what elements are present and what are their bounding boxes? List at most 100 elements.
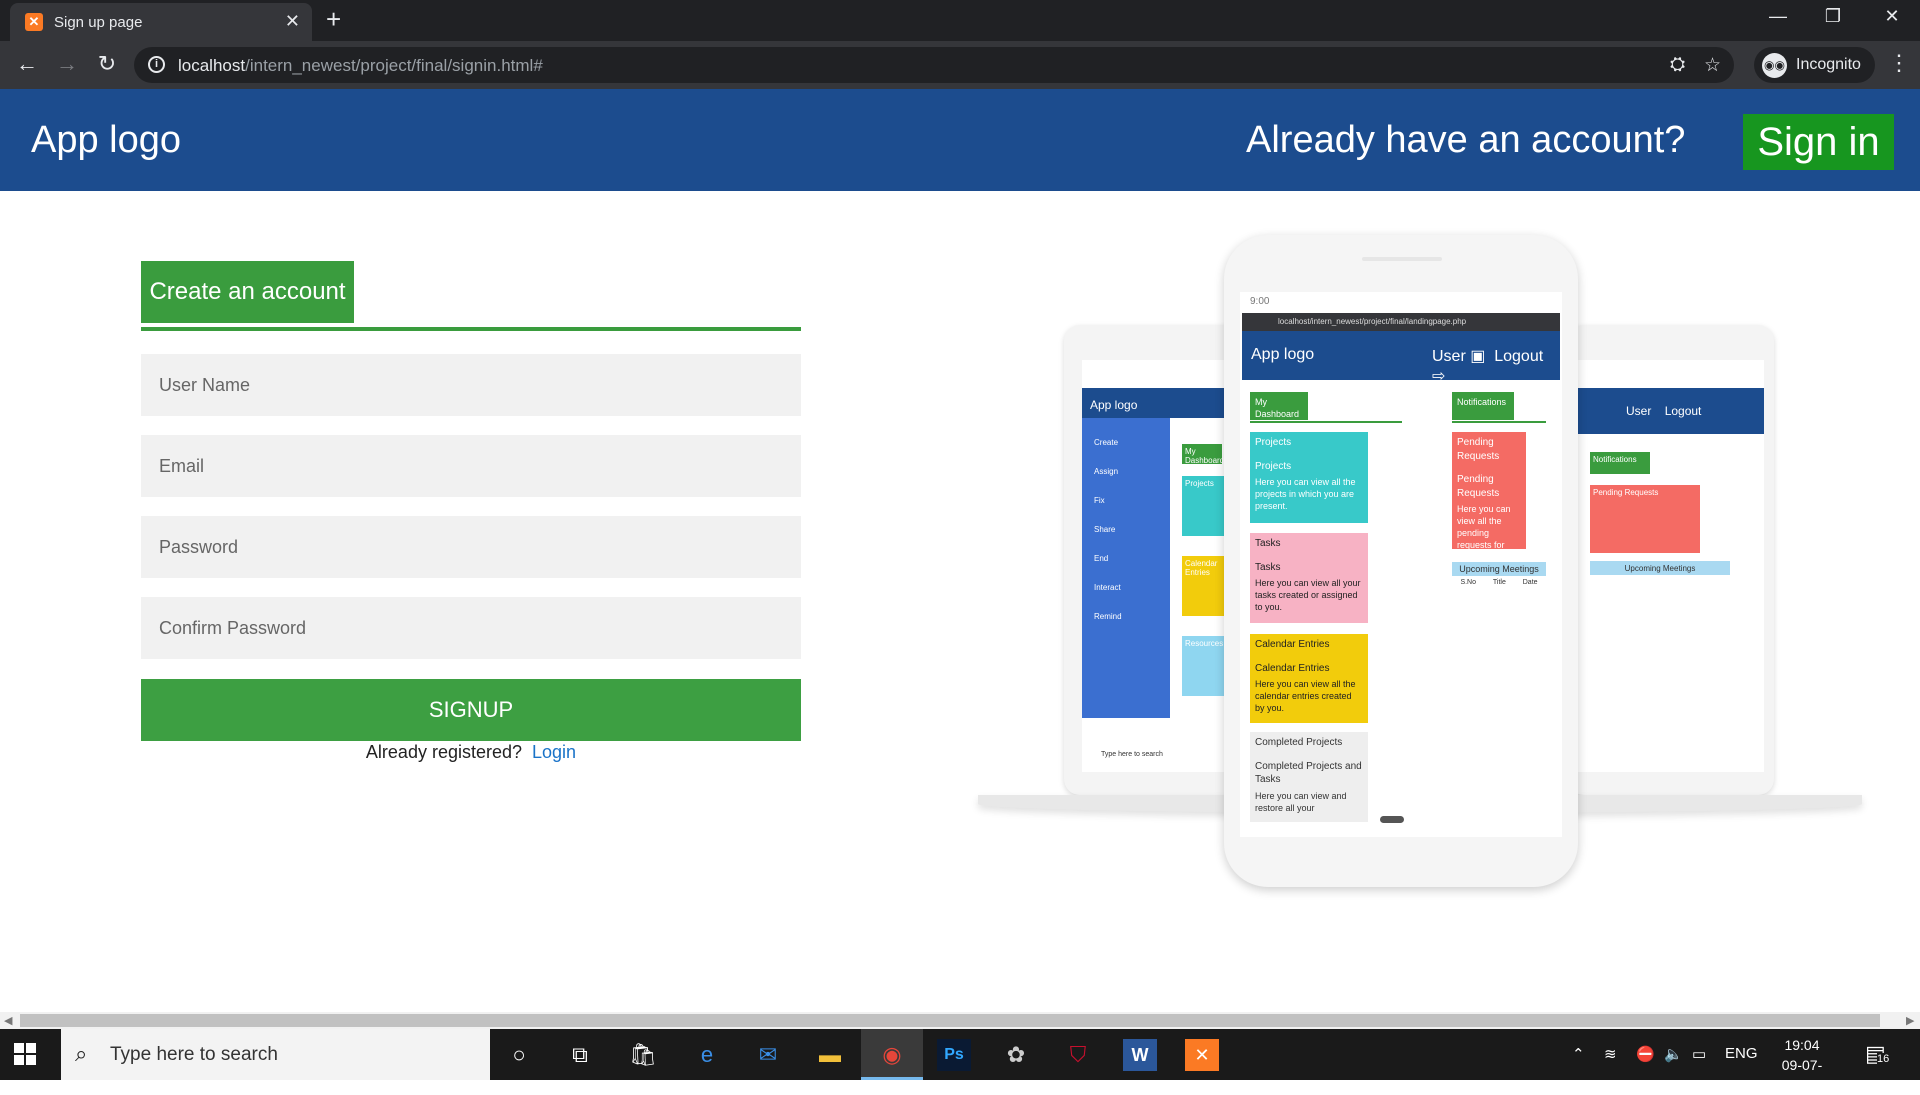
- edge-icon[interactable]: e: [690, 1039, 724, 1071]
- email-field[interactable]: [141, 435, 801, 497]
- cortana-icon[interactable]: ○: [502, 1039, 536, 1071]
- incognito-badge[interactable]: ◉◉ Incognito: [1754, 47, 1875, 83]
- browser-toolbar: ← → ↻ i localhost/intern_newest/project/…: [0, 41, 1920, 89]
- meetings-col: Title: [1492, 579, 1506, 586]
- close-window-icon[interactable]: ✕: [1872, 6, 1912, 27]
- phone-card-title: Pending Requests: [1457, 474, 1500, 499]
- close-tab-icon[interactable]: ✕: [285, 11, 300, 32]
- phone-card-header: Projects: [1255, 437, 1292, 448]
- site-header: App logo Already have an account? Sign i…: [0, 89, 1920, 191]
- mini-sidebar-item: Share: [1094, 525, 1116, 534]
- left-mini-dashboard-tab: My Dashboard: [1182, 444, 1224, 465]
- windows-start-icon[interactable]: [14, 1043, 36, 1065]
- photoshop-icon[interactable]: Ps: [937, 1039, 971, 1071]
- meetings-col: S.No: [1460, 579, 1476, 586]
- mini-sidebar-item: Create: [1094, 438, 1119, 447]
- new-tab-icon[interactable]: +: [326, 6, 341, 32]
- word-icon[interactable]: W: [1123, 1039, 1157, 1071]
- phone-card-title: Tasks: [1255, 561, 1281, 573]
- restore-icon[interactable]: ❐: [1813, 6, 1853, 27]
- address-bar[interactable]: i localhost/intern_newest/project/final/…: [134, 47, 1734, 83]
- phone-card-header: Completed Projects: [1255, 737, 1343, 748]
- right-laptop-screen: User Logout Notifications Pending Reques…: [1578, 360, 1764, 772]
- mini-sidebar-item: Fix: [1094, 496, 1105, 505]
- notification-count: 16: [1877, 1053, 1890, 1065]
- wifi-icon[interactable]: ≋: [1604, 1045, 1617, 1063]
- taskbar-clock[interactable]: 19:04 09-07-2020: [1768, 1035, 1836, 1095]
- phone-mockup: 9:00 localhost/intern_newest/project/fin…: [1224, 235, 1578, 887]
- phone-notifications-tab: Notifications: [1452, 392, 1514, 420]
- incognito-label: Incognito: [1796, 56, 1861, 73]
- browser-tab[interactable]: ✕ Sign up page ✕: [10, 3, 312, 41]
- search-icon: ⌕: [75, 1041, 88, 1066]
- right-mini-user: User: [1626, 404, 1652, 418]
- phone-app-logo: App logo: [1251, 346, 1315, 363]
- phone-notifications-line: [1452, 421, 1546, 423]
- mini-sidebar-item: End: [1094, 554, 1109, 563]
- username-field[interactable]: [141, 354, 801, 416]
- security-alert-icon[interactable]: ⛔: [1636, 1045, 1655, 1063]
- volume-icon[interactable]: 🔈: [1664, 1045, 1683, 1063]
- registered-text: Already registered?: [365, 742, 523, 762]
- scrollbar-thumb[interactable]: [20, 1014, 1880, 1027]
- app-logo[interactable]: App logo: [31, 119, 181, 162]
- left-mini-search: Type here to search: [1098, 748, 1208, 764]
- right-mini-pending-card: Pending Requests: [1590, 485, 1700, 553]
- xampp-icon[interactable]: ✕: [1185, 1039, 1219, 1071]
- left-mini-sidebar-list: Create Assign Fix Share End Interact Rem…: [1082, 418, 1170, 631]
- translate-icon[interactable]: ⛭: [1670, 54, 1685, 76]
- phone-card-title: Calendar Entries: [1255, 662, 1330, 674]
- taskbar-search-box[interactable]: ⌕ Type here to search: [61, 1029, 490, 1080]
- scroll-left-icon[interactable]: ◀: [4, 1014, 12, 1027]
- windows-taskbar: ⌕ Type here to search ○ ⧉ 🛍 e ✉ ▬ ◉ Ps ✿…: [0, 1029, 1920, 1093]
- taskbar-search-text: Type here to search: [110, 1044, 278, 1065]
- registered-line: Already registered? Login: [141, 742, 801, 763]
- phone-tasks-card: Tasks Tasks Here you can view all your t…: [1250, 533, 1368, 623]
- mini-sidebar-item: Assign: [1094, 467, 1119, 476]
- signup-button[interactable]: SIGNUP: [141, 679, 801, 741]
- sign-in-button[interactable]: Sign in: [1743, 114, 1894, 170]
- notification-center-icon[interactable]: ▤ 16: [1865, 1041, 1890, 1067]
- task-view-icon[interactable]: ⧉: [563, 1039, 597, 1071]
- scroll-right-icon[interactable]: ▶: [1906, 1014, 1914, 1027]
- phone-card-text: Here you can view all the calendar entri…: [1255, 679, 1356, 714]
- forward-icon[interactable]: →: [53, 51, 81, 77]
- minimize-icon[interactable]: —: [1758, 6, 1798, 27]
- phone-card-header: Pending Requests: [1457, 437, 1500, 462]
- file-explorer-icon[interactable]: ▬: [813, 1039, 847, 1071]
- password-field[interactable]: [141, 516, 801, 578]
- paint-icon[interactable]: ✿: [999, 1039, 1033, 1071]
- show-hidden-icons-icon[interactable]: ⌃: [1572, 1045, 1585, 1063]
- phone-dashboard-line: [1250, 421, 1402, 423]
- back-icon[interactable]: ←: [13, 51, 41, 77]
- create-account-tab[interactable]: Create an account: [141, 261, 354, 323]
- browser-menu-icon[interactable]: ⋮: [1888, 50, 1910, 76]
- form-divider: [141, 327, 801, 331]
- left-mini-header: App logo: [1082, 388, 1244, 418]
- phone-card-title: Completed Projects and Tasks: [1255, 760, 1362, 786]
- right-mini-header: User Logout: [1578, 388, 1764, 434]
- store-icon[interactable]: 🛍: [626, 1039, 660, 1071]
- mail-icon[interactable]: ✉: [751, 1039, 785, 1071]
- phone-dashboard-tab: My Dashboard: [1250, 392, 1308, 420]
- browser-tabbar: ✕ Sign up page ✕ + — ❐ ✕: [0, 0, 1920, 41]
- bookmark-star-icon[interactable]: ☆: [1704, 54, 1721, 77]
- mcafee-icon[interactable]: ⛉: [1061, 1039, 1095, 1071]
- reload-icon[interactable]: ↻: [93, 51, 121, 77]
- clock-time: 19:04: [1784, 1037, 1820, 1053]
- page-horizontal-scrollbar[interactable]: ◀ ▶: [0, 1012, 1920, 1029]
- phone-logout: Logout: [1494, 348, 1544, 365]
- language-indicator[interactable]: ENG: [1725, 1045, 1758, 1062]
- login-link[interactable]: Login: [532, 742, 576, 762]
- right-mini-notifications-tab: Notifications: [1590, 452, 1650, 474]
- phone-url: localhost/intern_newest/project/final/la…: [1242, 313, 1560, 331]
- url-text[interactable]: localhost/intern_newest/project/final/si…: [178, 56, 543, 76]
- account-prompt: Already have an account?: [1246, 119, 1686, 161]
- chrome-taskbar-active[interactable]: ◉: [861, 1029, 923, 1080]
- phone-card-header: Calendar Entries: [1255, 639, 1330, 650]
- confirm-password-field[interactable]: [141, 597, 801, 659]
- battery-icon[interactable]: ▭: [1692, 1045, 1706, 1063]
- phone-screen: 9:00 localhost/intern_newest/project/fin…: [1240, 292, 1562, 837]
- site-info-icon[interactable]: i: [148, 56, 165, 73]
- phone-pending-card: Pending Requests Pending Requests Here y…: [1452, 432, 1526, 575]
